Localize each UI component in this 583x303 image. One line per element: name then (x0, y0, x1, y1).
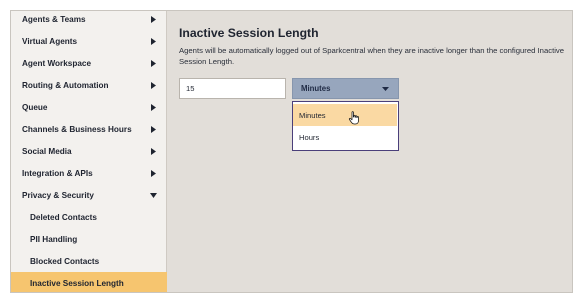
sidebar-item-label: Routing & Automation (22, 80, 109, 90)
sidebar-item-label: Privacy & Security (22, 190, 94, 200)
session-length-input[interactable] (179, 78, 286, 99)
sidebar-subitem-blocked-contacts[interactable]: Blocked Contacts (11, 250, 167, 272)
unit-select-value: Minutes (301, 84, 331, 93)
sidebar-item-label: Agent Workspace (22, 58, 92, 68)
sidebar-item-channels-business-hours[interactable]: Channels & Business Hours (11, 118, 167, 140)
unit-option-hours[interactable]: Hours (293, 126, 397, 148)
sidebar-item-agent-workspace[interactable]: Agent Workspace (11, 52, 167, 74)
sidebar-subitem-deleted-contacts[interactable]: Deleted Contacts (11, 206, 167, 228)
unit-dropdown-menu: Minutes Hours (292, 101, 399, 151)
unit-option-minutes[interactable]: Minutes (293, 104, 397, 126)
sidebar-item-integration-apis[interactable]: Integration & APIs (11, 162, 167, 184)
sidebar-item-agents-teams[interactable]: Agents & Teams (11, 11, 167, 30)
sidebar-item-privacy-security[interactable]: Privacy & Security (11, 184, 167, 206)
chevron-right-icon (149, 147, 157, 155)
sidebar-item-label: Inactive Session Length (30, 278, 124, 288)
chevron-down-icon (149, 191, 157, 199)
sidebar-subitem-pii-handling[interactable]: PII Handling (11, 228, 167, 250)
option-label: Minutes (299, 110, 326, 120)
chevron-right-icon (149, 81, 157, 89)
sidebar-item-label: Social Media (22, 146, 72, 156)
chevron-right-icon (149, 37, 157, 45)
page-description: Agents will be automatically logged out … (179, 46, 565, 66)
chevron-right-icon (149, 169, 157, 177)
sidebar-item-label: Queue (22, 102, 48, 112)
unit-select[interactable]: Minutes (292, 78, 399, 99)
sidebar-item-social-media[interactable]: Social Media (11, 140, 167, 162)
sidebar-item-label: Virtual Agents (22, 36, 78, 46)
settings-sidebar: Agents & Teams Virtual Agents Agent Work… (11, 11, 167, 292)
sidebar-item-label: PII Handling (30, 234, 78, 244)
chevron-right-icon (149, 15, 157, 23)
sidebar-item-label: Deleted Contacts (30, 212, 97, 222)
sidebar-item-virtual-agents[interactable]: Virtual Agents (11, 30, 167, 52)
chevron-right-icon (149, 103, 157, 111)
sidebar-item-label: Integration & APIs (22, 168, 93, 178)
sidebar-subitem-inactive-session-length[interactable]: Inactive Session Length (11, 272, 167, 292)
option-label: Hours (299, 132, 320, 142)
sidebar-item-label: Blocked Contacts (30, 256, 100, 266)
hand-pointer-cursor-icon (348, 111, 360, 125)
settings-content: Inactive Session Length Agents will be a… (168, 11, 572, 292)
chevron-right-icon (149, 125, 157, 133)
chevron-right-icon (149, 59, 157, 67)
caret-down-icon (382, 84, 389, 93)
sidebar-item-label: Channels & Business Hours (22, 124, 132, 134)
page-title: Inactive Session Length (179, 26, 319, 40)
sidebar-item-queue[interactable]: Queue (11, 96, 167, 118)
sidebar-item-label: Agents & Teams (22, 14, 86, 24)
app-window: Agents & Teams Virtual Agents Agent Work… (10, 10, 573, 293)
sidebar-item-routing-automation[interactable]: Routing & Automation (11, 74, 167, 96)
